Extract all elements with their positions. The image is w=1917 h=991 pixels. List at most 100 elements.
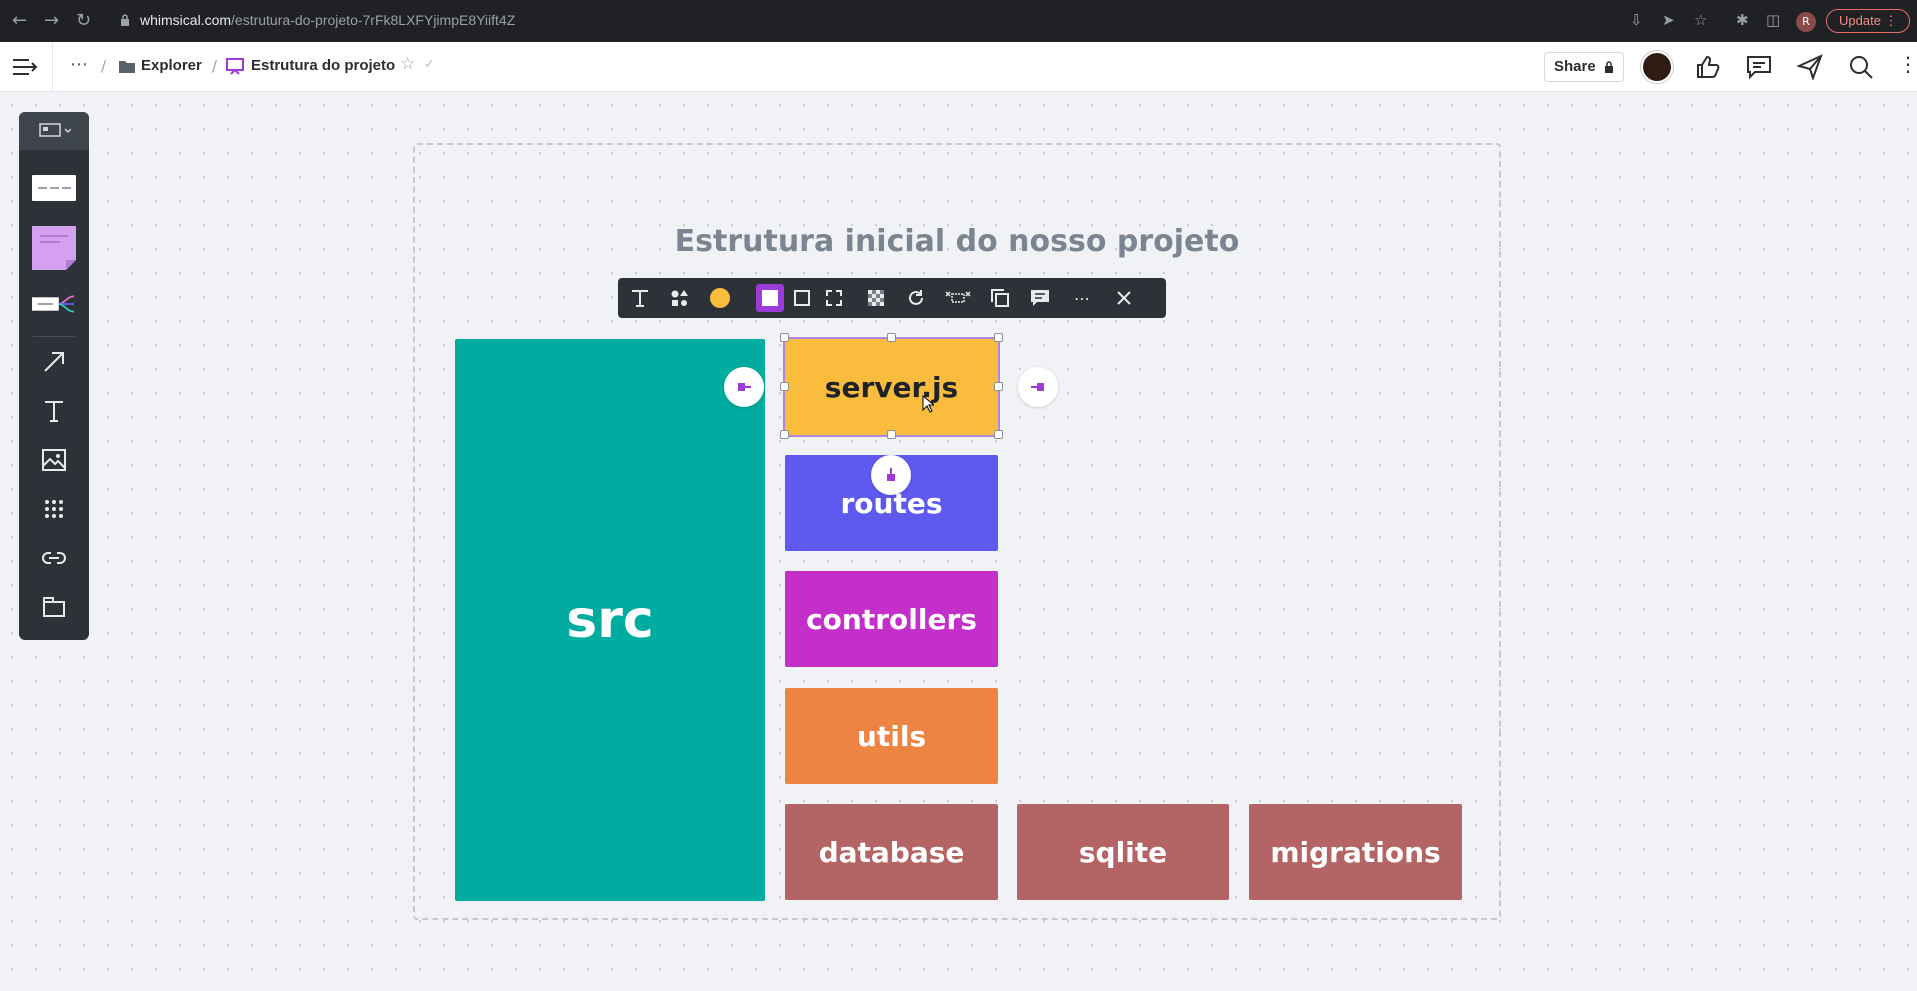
resize-handle[interactable] xyxy=(780,382,789,391)
migrations-box[interactable]: migrations xyxy=(1249,804,1462,900)
header-divider xyxy=(52,42,53,92)
share-button[interactable]: Share xyxy=(1544,52,1624,82)
send-icon[interactable]: ➤ xyxy=(1662,11,1675,29)
align-icon xyxy=(945,291,971,303)
image-tool[interactable] xyxy=(32,442,76,478)
resize-handle[interactable] xyxy=(887,333,896,342)
transparency-icon xyxy=(868,290,884,306)
utils-box[interactable]: utils xyxy=(785,688,998,784)
fill-dashed-button[interactable] xyxy=(820,284,848,312)
controllers-box[interactable]: controllers xyxy=(785,571,998,667)
search-icon[interactable] xyxy=(1848,54,1874,80)
transparency-button[interactable] xyxy=(862,284,890,312)
more-options-icon[interactable]: ⋮ xyxy=(1898,52,1917,76)
text-card-tool[interactable] xyxy=(32,170,76,206)
database-box[interactable]: database xyxy=(785,804,998,900)
align-button[interactable] xyxy=(942,284,974,312)
duplicate-icon xyxy=(991,289,1009,307)
comment-icon xyxy=(1031,290,1049,306)
comment-button[interactable] xyxy=(1026,284,1054,312)
forward-icon[interactable]: → xyxy=(44,10,59,32)
resize-handle[interactable] xyxy=(994,382,1003,391)
more-button[interactable]: ⋯ xyxy=(1068,284,1096,312)
color-button[interactable] xyxy=(706,284,734,312)
browser-toolbar: ← → ↻ whimsical.com/estrutura-do-projeto… xyxy=(0,0,1917,42)
status-check-icon: ✓ xyxy=(424,57,435,72)
resize-handle[interactable] xyxy=(887,430,896,439)
resize-handle[interactable] xyxy=(994,430,1003,439)
fill-solid-icon xyxy=(762,290,778,306)
close-toolbar-button[interactable] xyxy=(1110,284,1138,312)
rotate-button[interactable] xyxy=(902,284,930,312)
extensions-icon[interactable]: ✱ xyxy=(1736,11,1749,29)
thumbs-up-icon[interactable] xyxy=(1695,54,1721,80)
shape-button[interactable] xyxy=(666,284,694,312)
lock-icon xyxy=(1605,61,1613,73)
resize-handle[interactable] xyxy=(780,430,789,439)
share-label: Share xyxy=(1554,58,1596,75)
more-tools[interactable] xyxy=(32,491,76,527)
present-icon[interactable] xyxy=(1797,54,1823,80)
rotate-icon xyxy=(909,290,923,305)
frame-title[interactable]: Estrutura inicial do nosso projeto xyxy=(413,224,1501,259)
bookmark-star-icon[interactable]: ☆ xyxy=(1694,11,1707,29)
connector-left[interactable] xyxy=(724,367,764,407)
url-text: whimsical.com/estrutura-do-projeto-7rFk8… xyxy=(140,12,515,28)
link-icon xyxy=(42,552,66,564)
image-icon xyxy=(42,449,66,471)
back-icon[interactable]: ← xyxy=(12,10,27,32)
resize-handle[interactable] xyxy=(994,333,1003,342)
sqlite-box[interactable]: sqlite xyxy=(1017,804,1229,900)
url-path: /estrutura-do-projeto-7rFk8LXFYjimpE8Yii… xyxy=(231,12,516,28)
board-icon xyxy=(39,123,71,137)
text-tool[interactable] xyxy=(32,393,76,429)
favorite-star-icon[interactable]: ☆ xyxy=(400,54,415,74)
text-icon xyxy=(45,401,63,422)
connector-right[interactable] xyxy=(1018,367,1058,407)
mindmap-icon xyxy=(32,295,75,313)
resize-handle[interactable] xyxy=(780,333,789,342)
grid-icon xyxy=(45,500,63,518)
duplicate-button[interactable] xyxy=(986,284,1014,312)
app-header: ⋯ / Explorer / Estrutura do projeto ☆ ✓ … xyxy=(0,42,1917,92)
text-tool-icon xyxy=(632,290,648,307)
fill-outline-button[interactable] xyxy=(788,284,816,312)
sticky-note-icon xyxy=(32,226,76,270)
more-icon: ⋯ xyxy=(1074,288,1090,308)
more-breadcrumbs-icon[interactable]: ⋯ xyxy=(70,54,88,75)
fill-solid-button[interactable] xyxy=(756,284,784,312)
sidebar-toggle-icon[interactable] xyxy=(12,58,38,76)
close-icon xyxy=(1117,291,1131,305)
profile-avatar[interactable]: R xyxy=(1796,12,1816,32)
insert-toolbar xyxy=(19,112,89,640)
text-style-button[interactable] xyxy=(626,284,654,312)
comment-icon[interactable] xyxy=(1746,54,1772,80)
arrow-tool[interactable] xyxy=(32,344,76,380)
sticky-note-tool[interactable] xyxy=(32,226,76,270)
shape-icon xyxy=(671,290,688,306)
update-label: Update xyxy=(1839,13,1881,28)
src-box[interactable]: src xyxy=(455,339,765,901)
update-button[interactable]: Update ⋮ xyxy=(1826,9,1910,33)
board-menu[interactable] xyxy=(19,112,89,150)
connector-left-icon xyxy=(738,383,751,391)
server-js-box[interactable]: server.js xyxy=(783,337,1000,437)
mindmap-tool[interactable] xyxy=(32,286,76,322)
shape-context-toolbar: ⋯ xyxy=(618,278,1166,318)
color-icon xyxy=(710,288,730,308)
arrow-icon xyxy=(44,352,64,372)
connector-bottom[interactable] xyxy=(871,455,911,495)
user-avatar[interactable] xyxy=(1641,51,1673,83)
container-tool[interactable] xyxy=(32,589,76,625)
link-tool[interactable] xyxy=(32,540,76,576)
breadcrumb-explorer[interactable]: Explorer xyxy=(141,57,202,74)
text-card-icon xyxy=(32,175,76,201)
breadcrumb-document[interactable]: Estrutura do projeto xyxy=(251,57,395,74)
kebab-icon: ⋮ xyxy=(1884,13,1898,28)
breadcrumb-separator: / xyxy=(101,57,107,75)
sidepanel-icon[interactable]: ◫ xyxy=(1766,11,1780,29)
reload-icon[interactable]: ↻ xyxy=(76,10,91,32)
folder-icon xyxy=(119,61,135,73)
install-icon[interactable]: ⇩ xyxy=(1630,11,1643,29)
container-icon xyxy=(43,597,65,617)
